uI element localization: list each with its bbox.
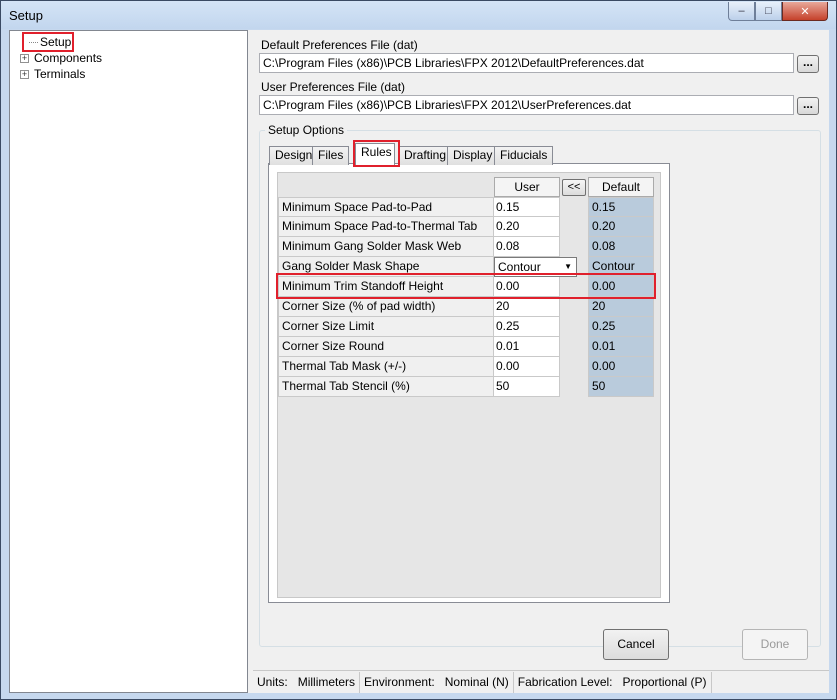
- expand-icon[interactable]: +: [20, 53, 29, 63]
- rule-name: Corner Size Round: [278, 337, 494, 357]
- rule-user-value-input[interactable]: 0.20: [494, 217, 560, 237]
- default-prefs-label: Default Preferences File (dat): [261, 38, 418, 52]
- rule-user-value-input[interactable]: 0.25: [494, 317, 560, 337]
- rules-tab-panel: User << Default Minimum Space Pad-to-Pad…: [268, 163, 670, 603]
- rules-grid: User << Default Minimum Space Pad-to-Pad…: [277, 172, 661, 598]
- highlight-box-setup: [22, 32, 74, 52]
- setup-options-title: Setup Options: [265, 123, 348, 137]
- rule-name: Corner Size Limit: [278, 317, 494, 337]
- column-header-default: Default: [588, 177, 654, 197]
- user-prefs-browse-button[interactable]: ...: [797, 97, 819, 115]
- tree-item-label: Components: [34, 51, 103, 65]
- rule-name: Minimum Gang Solder Mask Web: [278, 237, 494, 257]
- rule-name: Corner Size (% of pad width): [278, 297, 494, 317]
- environment-label: Environment:: [364, 674, 435, 689]
- highlight-box-trim-standoff: [276, 273, 656, 299]
- rule-name: Thermal Tab Stencil (%): [278, 377, 494, 397]
- dropdown-value: Contour: [498, 260, 541, 274]
- user-prefs-path-input[interactable]: C:\Program Files (x86)\PCB Libraries\FPX…: [259, 95, 794, 115]
- fabrication-value: Proportional (P): [622, 674, 707, 689]
- units-value: Millimeters: [297, 674, 356, 689]
- rule-default-value: 50: [588, 377, 654, 397]
- environment-value: Nominal (N): [444, 674, 509, 689]
- cancel-button[interactable]: Cancel: [603, 629, 669, 660]
- rule-user-value-input[interactable]: 0.00: [494, 357, 560, 377]
- default-prefs-browse-button[interactable]: ...: [797, 55, 819, 73]
- tab-fiducials[interactable]: Fiducials: [494, 146, 554, 165]
- maximize-button[interactable]: □: [755, 2, 782, 21]
- status-environment: Environment: Nominal (N): [360, 671, 514, 693]
- rule-row: Minimum Space Pad-to-Pad 0.15 0.15: [278, 197, 658, 217]
- rule-name: Minimum Space Pad-to-Thermal Tab: [278, 217, 494, 237]
- tree-item-label: Terminals: [34, 67, 86, 81]
- status-bar: Units: Millimeters Environment: Nominal …: [253, 670, 829, 693]
- highlight-box-rules-tab: [353, 140, 400, 167]
- rule-user-value-input[interactable]: 0.15: [494, 197, 560, 217]
- expand-icon[interactable]: +: [20, 69, 29, 79]
- rule-row: Corner Size Limit 0.25 0.25: [278, 317, 658, 337]
- rule-user-value-input[interactable]: 20: [494, 297, 560, 317]
- close-button[interactable]: ✕: [782, 2, 828, 21]
- tab-drafting[interactable]: Drafting: [398, 146, 453, 165]
- rule-row: Corner Size (% of pad width) 20 20: [278, 297, 658, 317]
- dialog-client: Setup + Components + Terminals Default P…: [9, 30, 829, 693]
- fabrication-label: Fabrication Level:: [517, 674, 613, 689]
- rule-user-value-input[interactable]: 50: [494, 377, 560, 397]
- tree-item-terminals[interactable]: + Terminals: [20, 66, 85, 82]
- rule-default-value: 0.01: [588, 337, 654, 357]
- rule-default-value: 0.20: [588, 217, 654, 237]
- title-bar: Setup – □ ✕: [1, 1, 836, 29]
- rule-default-value: 0.08: [588, 237, 654, 257]
- status-units: Units: Millimeters: [253, 671, 361, 693]
- rule-row: Minimum Space Pad-to-Thermal Tab 0.20 0.20: [278, 217, 658, 237]
- rule-name: Thermal Tab Mask (+/-): [278, 357, 494, 377]
- done-button[interactable]: Done: [742, 629, 808, 660]
- minimize-button[interactable]: –: [728, 2, 755, 21]
- rule-row: Thermal Tab Mask (+/-) 0.00 0.00: [278, 357, 658, 377]
- rule-user-value-input[interactable]: 0.01: [494, 337, 560, 357]
- units-label: Units:: [257, 674, 288, 689]
- rule-default-value: 20: [588, 297, 654, 317]
- status-fabrication: Fabrication Level: Proportional (P): [514, 671, 712, 693]
- rule-default-value: 0.25: [588, 317, 654, 337]
- rule-user-value-input[interactable]: 0.08: [494, 237, 560, 257]
- tab-files[interactable]: Files: [312, 146, 350, 165]
- rule-default-value: 0.15: [588, 197, 654, 217]
- rule-row: Minimum Gang Solder Mask Web 0.08 0.08: [278, 237, 658, 257]
- rule-name: Minimum Space Pad-to-Pad: [278, 197, 494, 217]
- copy-defaults-button[interactable]: <<: [562, 179, 586, 196]
- window-title: Setup: [9, 8, 43, 23]
- tree-item-components[interactable]: + Components: [20, 50, 102, 66]
- column-header-user: User: [494, 177, 560, 197]
- rule-row: Corner Size Round 0.01 0.01: [278, 337, 658, 357]
- rule-default-value: 0.00: [588, 357, 654, 377]
- user-prefs-label: User Preferences File (dat): [261, 80, 406, 94]
- default-prefs-path-input[interactable]: C:\Program Files (x86)\PCB Libraries\FPX…: [259, 53, 794, 73]
- tab-design[interactable]: Design: [269, 146, 319, 165]
- navigation-tree: Setup + Components + Terminals: [9, 30, 248, 693]
- tab-display[interactable]: Display: [447, 146, 499, 165]
- setup-window: Setup – □ ✕ Setup + Components + Termina…: [0, 0, 837, 700]
- rule-row: Thermal Tab Stencil (%) 50 50: [278, 377, 658, 397]
